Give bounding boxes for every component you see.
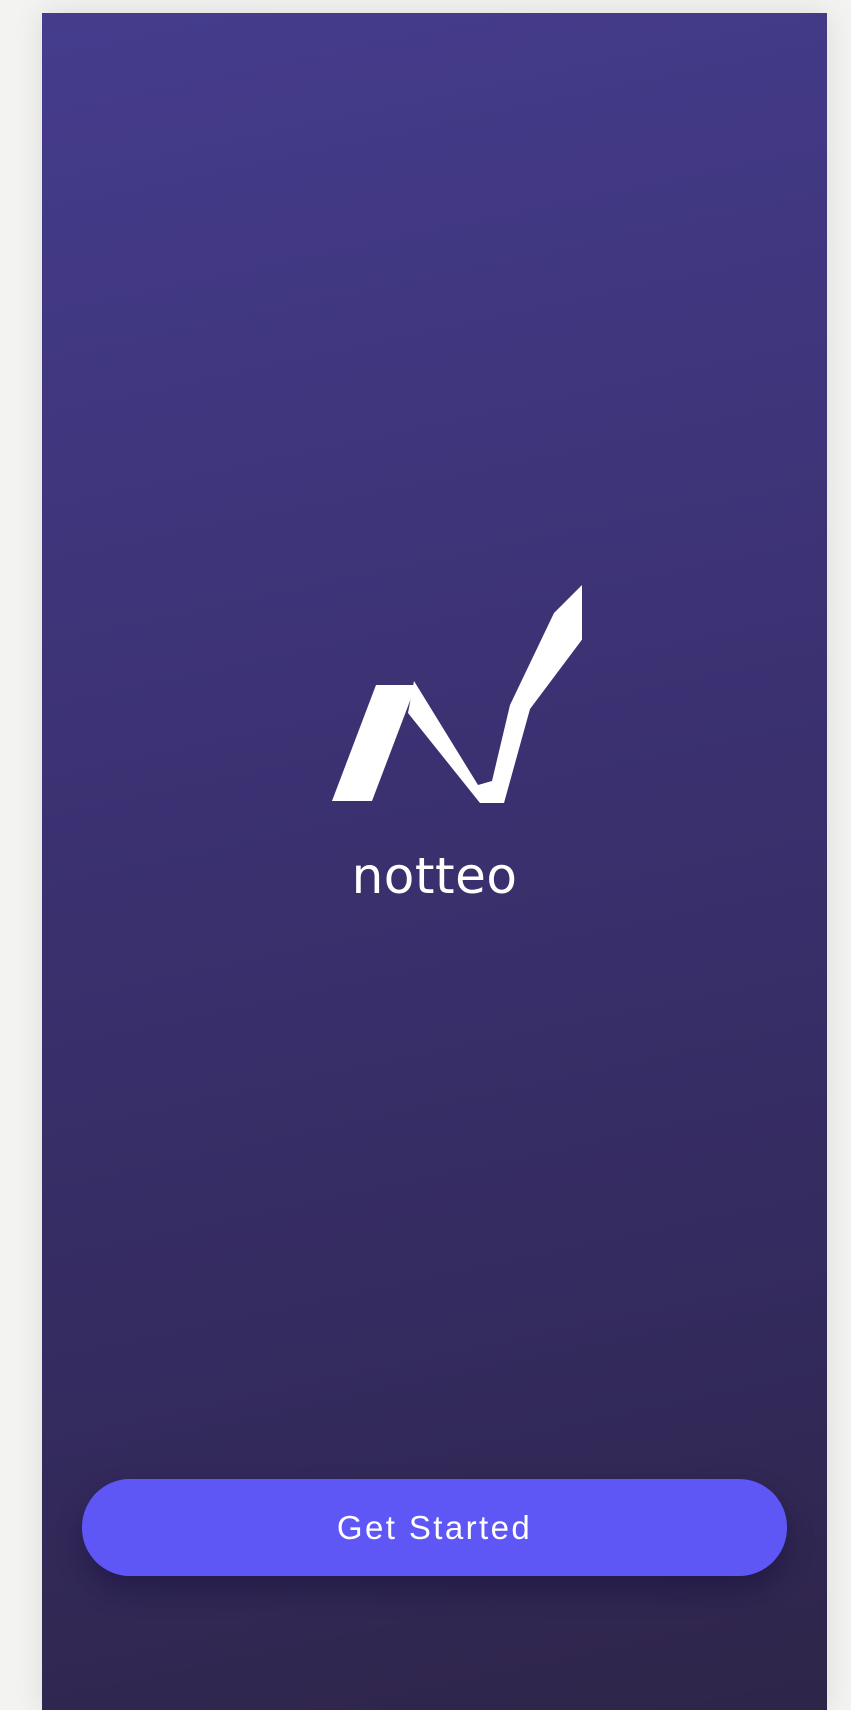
get-started-button[interactable]: Get Started (82, 1479, 787, 1576)
app-logo-icon (332, 585, 582, 803)
brand-name: notteo (351, 847, 518, 905)
splash-screen: notteo Get Started (42, 13, 827, 1710)
